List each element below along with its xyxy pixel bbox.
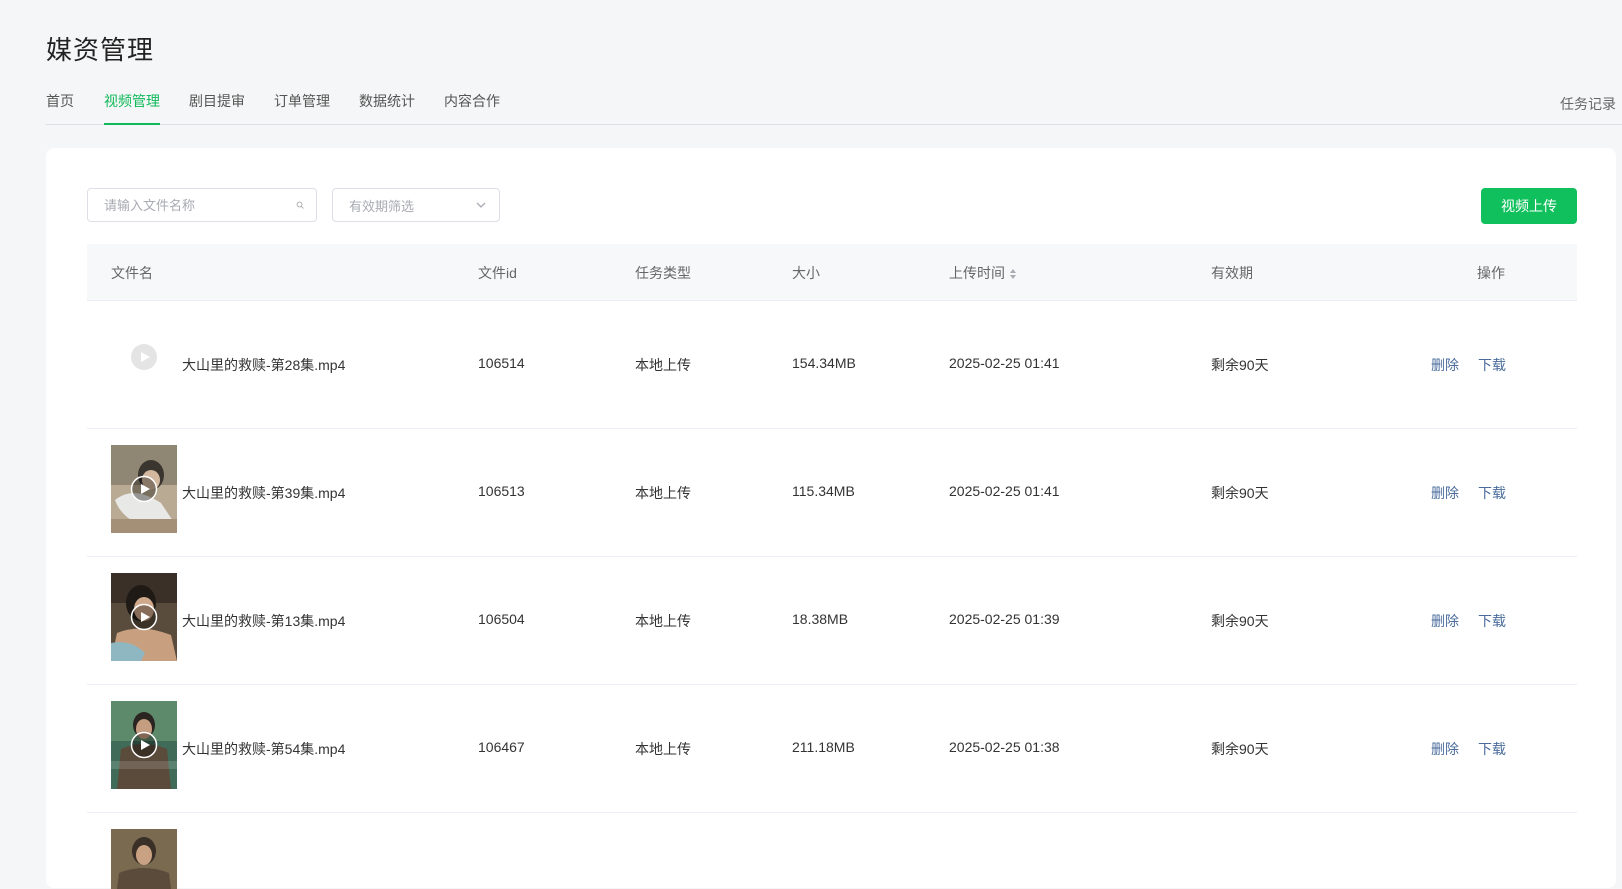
page-title: 媒资管理 bbox=[46, 35, 155, 65]
video-thumbnail[interactable] bbox=[111, 573, 177, 661]
video-upload-button[interactable]: 视频上传 bbox=[1481, 188, 1577, 224]
video-thumbnail[interactable] bbox=[111, 445, 177, 533]
tab-video-management[interactable]: 视频管理 bbox=[104, 91, 160, 125]
header-size: 大小 bbox=[792, 265, 820, 281]
play-icon[interactable] bbox=[130, 475, 158, 503]
video-thumbnail[interactable] bbox=[111, 829, 177, 889]
table-header: 文件名 文件id 任务类型 大小 上传时间 有效期 操作 bbox=[87, 244, 1577, 301]
video-list-card: 有效期筛选 视频上传 文件名 文件id 任务类型 大小 上传时间 有效期 操作 bbox=[46, 148, 1616, 889]
row-validity: 剩余90天 bbox=[1211, 741, 1269, 757]
header-file-id: 文件id bbox=[478, 265, 517, 281]
table-row: 大山里的救赎-第13集.mp4 106504 本地上传 18.38MB 2025… bbox=[87, 557, 1577, 685]
row-upload-time: 2025-02-25 01:38 bbox=[949, 739, 1060, 755]
play-icon[interactable] bbox=[130, 603, 158, 631]
row-task-type: 本地上传 bbox=[635, 741, 691, 757]
download-button[interactable]: 下载 bbox=[1478, 611, 1506, 631]
row-size: 211.18MB bbox=[792, 739, 855, 755]
tab-order-management[interactable]: 订单管理 bbox=[274, 91, 330, 124]
tab-home[interactable]: 首页 bbox=[46, 91, 74, 124]
row-validity: 剩余90天 bbox=[1211, 357, 1269, 373]
header-actions: 操作 bbox=[1477, 265, 1505, 281]
table-row: 大山里的救赎-第54集.mp4 106467 本地上传 211.18MB 202… bbox=[87, 685, 1577, 813]
row-file-id: 106514 bbox=[478, 355, 525, 371]
play-icon[interactable] bbox=[130, 731, 158, 759]
header-validity: 有效期 bbox=[1211, 265, 1253, 281]
header-task-type: 任务类型 bbox=[635, 265, 691, 281]
row-file-id: 106504 bbox=[478, 611, 525, 627]
header-filename: 文件名 bbox=[111, 265, 153, 281]
row-size: 154.34MB bbox=[792, 355, 856, 371]
table-row bbox=[87, 813, 1577, 889]
file-table: 文件名 文件id 任务类型 大小 上传时间 有效期 操作 大山里的救赎-第28集… bbox=[87, 244, 1577, 889]
table-row: 大山里的救赎-第28集.mp4 106514 本地上传 154.34MB 202… bbox=[87, 301, 1577, 429]
thumbnail-image bbox=[111, 829, 177, 889]
validity-filter-select[interactable]: 有效期筛选 bbox=[332, 188, 500, 222]
tab-content-cooperation[interactable]: 内容合作 bbox=[444, 91, 500, 124]
chevron-down-icon bbox=[476, 202, 486, 208]
download-button[interactable]: 下载 bbox=[1478, 355, 1506, 375]
row-upload-time: 2025-02-25 01:41 bbox=[949, 483, 1060, 499]
download-button[interactable]: 下载 bbox=[1478, 483, 1506, 503]
row-upload-time: 2025-02-25 01:39 bbox=[949, 611, 1060, 627]
row-task-type: 本地上传 bbox=[635, 613, 691, 629]
row-upload-time: 2025-02-25 01:41 bbox=[949, 355, 1060, 371]
video-thumbnail[interactable] bbox=[111, 701, 177, 789]
row-validity: 剩余90天 bbox=[1211, 613, 1269, 629]
nav-tabs: 首页 视频管理 剧目提审 订单管理 数据统计 内容合作 任务记录 bbox=[46, 86, 1622, 125]
row-size: 115.34MB bbox=[792, 483, 855, 499]
search-input[interactable] bbox=[88, 190, 296, 220]
delete-button[interactable]: 删除 bbox=[1431, 611, 1459, 631]
row-size: 18.38MB bbox=[792, 611, 849, 627]
row-task-type: 本地上传 bbox=[635, 357, 691, 373]
row-validity: 剩余90天 bbox=[1211, 485, 1269, 501]
validity-filter-placeholder: 有效期筛选 bbox=[349, 198, 415, 214]
row-filename: 大山里的救赎-第39集.mp4 bbox=[182, 485, 346, 501]
delete-button[interactable]: 删除 bbox=[1431, 355, 1459, 375]
row-filename: 大山里的救赎-第13集.mp4 bbox=[182, 613, 346, 629]
play-icon[interactable] bbox=[130, 343, 158, 371]
download-button[interactable]: 下载 bbox=[1478, 739, 1506, 759]
header-upload-time: 上传时间 bbox=[949, 265, 1005, 281]
delete-button[interactable]: 删除 bbox=[1431, 483, 1459, 503]
task-record-link[interactable]: 任务记录 bbox=[1560, 94, 1616, 127]
row-task-type: 本地上传 bbox=[635, 485, 691, 501]
row-filename: 大山里的救赎-第54集.mp4 bbox=[182, 741, 346, 757]
row-file-id: 106513 bbox=[478, 483, 525, 499]
sort-icon[interactable] bbox=[1009, 268, 1017, 280]
header-upload-time-sortable[interactable]: 上传时间 bbox=[949, 263, 1017, 283]
row-file-id: 106467 bbox=[478, 739, 525, 755]
tab-data-statistics[interactable]: 数据统计 bbox=[359, 91, 415, 124]
tab-drama-review[interactable]: 剧目提审 bbox=[189, 91, 245, 124]
video-thumbnail[interactable] bbox=[111, 317, 177, 405]
search-icon[interactable] bbox=[296, 197, 304, 213]
search-box bbox=[87, 188, 317, 222]
delete-button[interactable]: 删除 bbox=[1431, 739, 1459, 759]
table-row: 大山里的救赎-第39集.mp4 106513 本地上传 115.34MB 202… bbox=[87, 429, 1577, 557]
row-filename: 大山里的救赎-第28集.mp4 bbox=[182, 357, 346, 373]
